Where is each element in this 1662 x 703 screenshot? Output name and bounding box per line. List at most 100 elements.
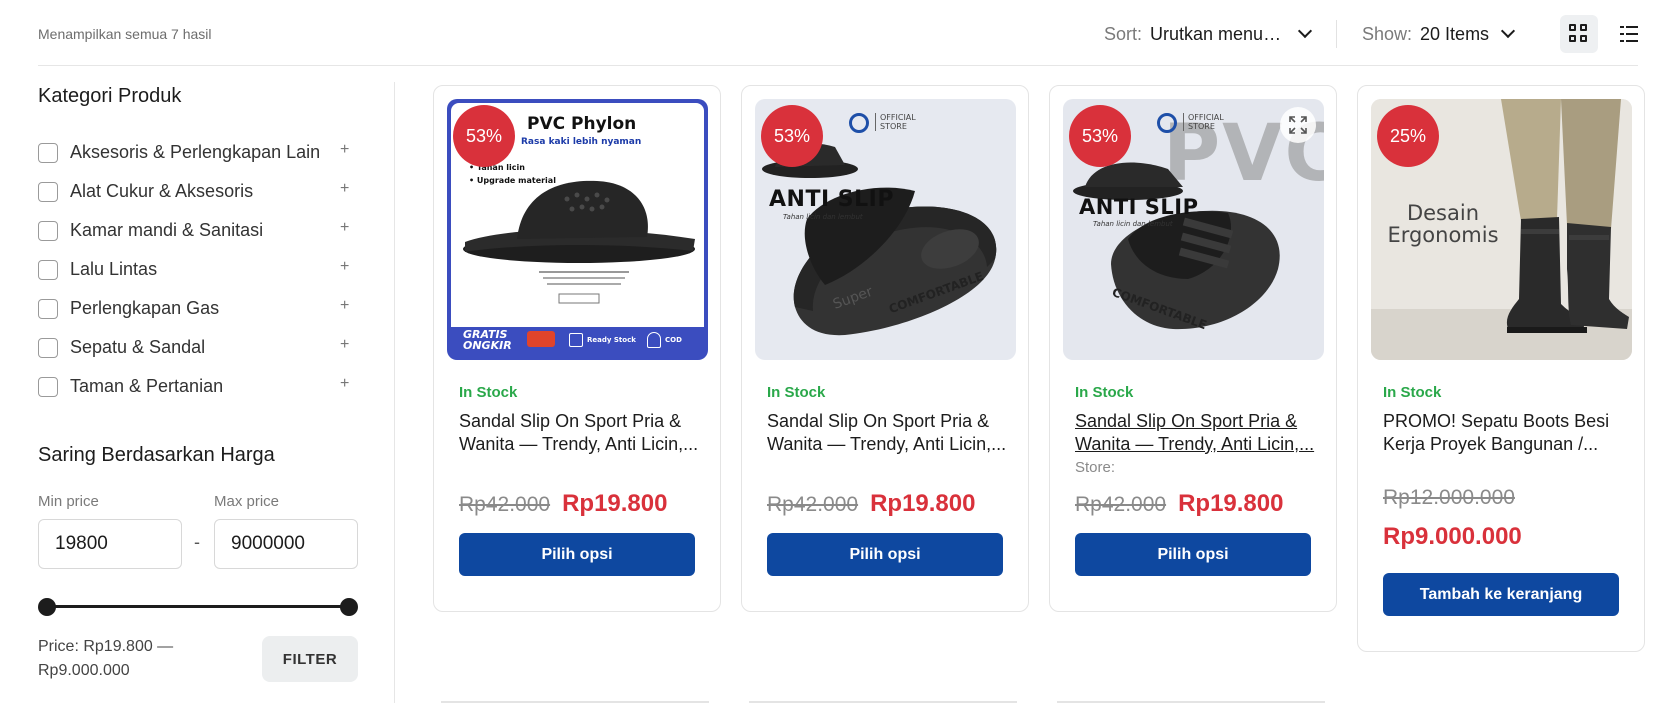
category-item[interactable]: Lalu Lintas + bbox=[38, 250, 358, 289]
product-image[interactable]: PVC Phylon Rasa kaki lebih nyaman • Taha… bbox=[447, 99, 708, 360]
discount-badge: 25% bbox=[1377, 105, 1439, 167]
stock-status: In Stock bbox=[767, 384, 826, 401]
sort-value[interactable]: Urutkan menurut popularitas bbox=[1150, 24, 1286, 45]
category-checkbox[interactable] bbox=[38, 376, 58, 397]
show-count-dropdown[interactable]: Show: 20 Items bbox=[1362, 22, 1516, 46]
add-to-cart-button[interactable]: Tambah ke keranjang bbox=[1383, 573, 1619, 616]
cod-icon bbox=[647, 332, 661, 348]
category-item[interactable]: Aksesoris & Perlengkapan Lain + bbox=[38, 133, 358, 172]
category-label[interactable]: Perlengkapan Gas bbox=[70, 298, 219, 319]
price-filter-title: Saring Berdasarkan Harga bbox=[38, 444, 275, 466]
product-image[interactable]: PVC OFFICIAL STORE ANTI SLIP Tahan licin… bbox=[1063, 99, 1324, 360]
image-tagline: Tahan licin dan lembut bbox=[1093, 220, 1173, 228]
category-item[interactable]: Taman & Pertanian + bbox=[38, 367, 358, 406]
sale-price: Rp9.000.000 bbox=[1383, 523, 1522, 550]
product-card[interactable]: Desain Ergonomis 25% In Stock PROMO! Sep… bbox=[1357, 85, 1645, 652]
price-separator: - bbox=[194, 532, 200, 552]
truck-icon bbox=[527, 331, 555, 347]
max-price-input[interactable]: 9000000 bbox=[214, 519, 358, 569]
sale-price: Rp19.800 bbox=[1178, 490, 1284, 517]
min-price-input[interactable]: 19800 bbox=[38, 519, 182, 569]
category-checkbox[interactable] bbox=[38, 337, 58, 358]
product-name[interactable]: Sandal Slip On Sport Pria & Wanita — Tre… bbox=[459, 410, 699, 456]
stock-status: In Stock bbox=[1383, 384, 1442, 401]
stock-status: In Stock bbox=[1075, 384, 1134, 401]
max-price-label: Max price bbox=[214, 493, 280, 510]
category-label[interactable]: Taman & Pertanian bbox=[70, 376, 223, 397]
expand-plus-icon[interactable]: + bbox=[340, 375, 349, 393]
category-checkbox[interactable] bbox=[38, 142, 58, 163]
image-headline: Ergonomis bbox=[1387, 223, 1499, 247]
shop-toolbar: Menampilkan semua 7 hasil Sort: Urutkan … bbox=[38, 0, 1638, 66]
stock-status: In Stock bbox=[459, 384, 518, 401]
discount-badge: 53% bbox=[453, 105, 515, 167]
ready-stock-text: Ready Stock bbox=[587, 336, 636, 344]
category-checkbox[interactable] bbox=[38, 259, 58, 280]
category-checkbox[interactable] bbox=[38, 181, 58, 202]
product-card[interactable]: PVC Phylon Rasa kaki lebih nyaman • Taha… bbox=[433, 85, 721, 612]
price-slider-track[interactable] bbox=[46, 605, 346, 608]
expand-plus-icon[interactable]: + bbox=[340, 141, 349, 159]
discount-badge: 53% bbox=[761, 105, 823, 167]
select-options-button[interactable]: Pilih opsi bbox=[1075, 533, 1311, 576]
product-name[interactable]: Sandal Slip On Sport Pria & Wanita — Tre… bbox=[767, 410, 1007, 456]
category-label[interactable]: Aksesoris & Perlengkapan Lain bbox=[70, 142, 320, 163]
original-price: Rp12.000.000 bbox=[1383, 486, 1515, 509]
expand-icon[interactable] bbox=[1280, 107, 1316, 143]
category-label[interactable]: Kamar mandi & Sanitasi bbox=[70, 220, 263, 241]
select-options-button[interactable]: Pilih opsi bbox=[459, 533, 695, 576]
product-card[interactable]: OFFICIAL STORE Super ANTI SLIP Tahan lic… bbox=[741, 85, 1029, 612]
chevron-down-icon[interactable] bbox=[1297, 23, 1313, 39]
product-name[interactable]: PROMO! Sepatu Boots Besi Kerja Proyek Ba… bbox=[1383, 410, 1623, 456]
result-count: Menampilkan semua 7 hasil bbox=[38, 26, 212, 42]
list-view-icon[interactable] bbox=[1608, 15, 1646, 53]
expand-plus-icon[interactable]: + bbox=[340, 219, 349, 237]
image-tagline: Tahan licin dan lembut bbox=[783, 213, 863, 221]
sort-dropdown[interactable]: Sort: Urutkan menurut popularitas bbox=[1104, 22, 1313, 46]
category-item[interactable]: Alat Cukur & Aksesoris + bbox=[38, 172, 358, 211]
category-item[interactable]: Kamar mandi & Sanitasi + bbox=[38, 211, 358, 250]
expand-plus-icon[interactable]: + bbox=[340, 258, 349, 276]
price-slider-min-handle[interactable] bbox=[38, 598, 56, 616]
expand-plus-icon[interactable]: + bbox=[340, 297, 349, 315]
min-price-label: Min price bbox=[38, 493, 99, 510]
price-slider-max-handle[interactable] bbox=[340, 598, 358, 616]
category-label[interactable]: Sepatu & Sandal bbox=[70, 337, 205, 358]
categories-title: Kategori Produk bbox=[38, 85, 182, 107]
expand-plus-icon[interactable]: + bbox=[340, 180, 349, 198]
price-block: Rp42.000 Rp19.800 bbox=[459, 490, 667, 518]
chevron-down-icon[interactable] bbox=[1500, 23, 1516, 39]
expand-plus-icon[interactable]: + bbox=[340, 336, 349, 354]
select-options-button[interactable]: Pilih opsi bbox=[767, 533, 1003, 576]
sale-price: Rp19.800 bbox=[870, 490, 976, 517]
category-label[interactable]: Lalu Lintas bbox=[70, 259, 157, 280]
product-card[interactable]: PVC OFFICIAL STORE ANTI SLIP Tahan licin… bbox=[1049, 85, 1337, 612]
category-item[interactable]: Perlengkapan Gas + bbox=[38, 289, 358, 328]
product-name-line[interactable]: Kerja Proyek Bangunan /... bbox=[1383, 433, 1623, 456]
filter-button[interactable]: FILTER bbox=[262, 636, 358, 682]
category-item[interactable]: Sepatu & Sandal + bbox=[38, 328, 358, 367]
product-name-line[interactable]: Wanita — Trendy, Anti Licin,... bbox=[1075, 433, 1315, 456]
show-value[interactable]: 20 Items bbox=[1420, 24, 1489, 45]
image-headline: ANTI SLIP bbox=[769, 187, 894, 212]
category-checkbox[interactable] bbox=[38, 298, 58, 319]
category-list: Aksesoris & Perlengkapan Lain + Alat Cuk… bbox=[38, 133, 358, 406]
discount-badge: 53% bbox=[1069, 105, 1131, 167]
product-name-line[interactable]: Wanita — Trendy, Anti Licin,... bbox=[459, 433, 699, 456]
product-image[interactable]: Desain Ergonomis 25% bbox=[1371, 99, 1632, 360]
product-name[interactable]: Sandal Slip On Sport Pria & Wanita — Tre… bbox=[1075, 410, 1315, 456]
image-headline-block: Desain Ergonomis bbox=[1383, 202, 1503, 246]
product-name-line[interactable]: Sandal Slip On Sport Pria & bbox=[1075, 411, 1297, 431]
product-name-line[interactable]: Wanita — Trendy, Anti Licin,... bbox=[767, 433, 1007, 456]
product-name-line[interactable]: Sandal Slip On Sport Pria & bbox=[459, 411, 681, 431]
price-range-text: Price: Rp19.800 — Rp9.000.000 bbox=[38, 638, 174, 679]
category-checkbox[interactable] bbox=[38, 220, 58, 241]
product-name-line[interactable]: PROMO! Sepatu Boots Besi bbox=[1383, 411, 1609, 431]
price-block: Rp42.000 Rp19.800 bbox=[1075, 490, 1283, 518]
product-image[interactable]: OFFICIAL STORE Super ANTI SLIP Tahan lic… bbox=[755, 99, 1016, 360]
product-name-line[interactable]: Sandal Slip On Sport Pria & bbox=[767, 411, 989, 431]
grid-view-icon[interactable] bbox=[1560, 15, 1598, 53]
original-price: Rp42.000 bbox=[767, 493, 859, 516]
category-label[interactable]: Alat Cukur & Aksesoris bbox=[70, 181, 253, 202]
filter-sidebar: Kategori Produk Aksesoris & Perlengkapan… bbox=[38, 66, 358, 703]
